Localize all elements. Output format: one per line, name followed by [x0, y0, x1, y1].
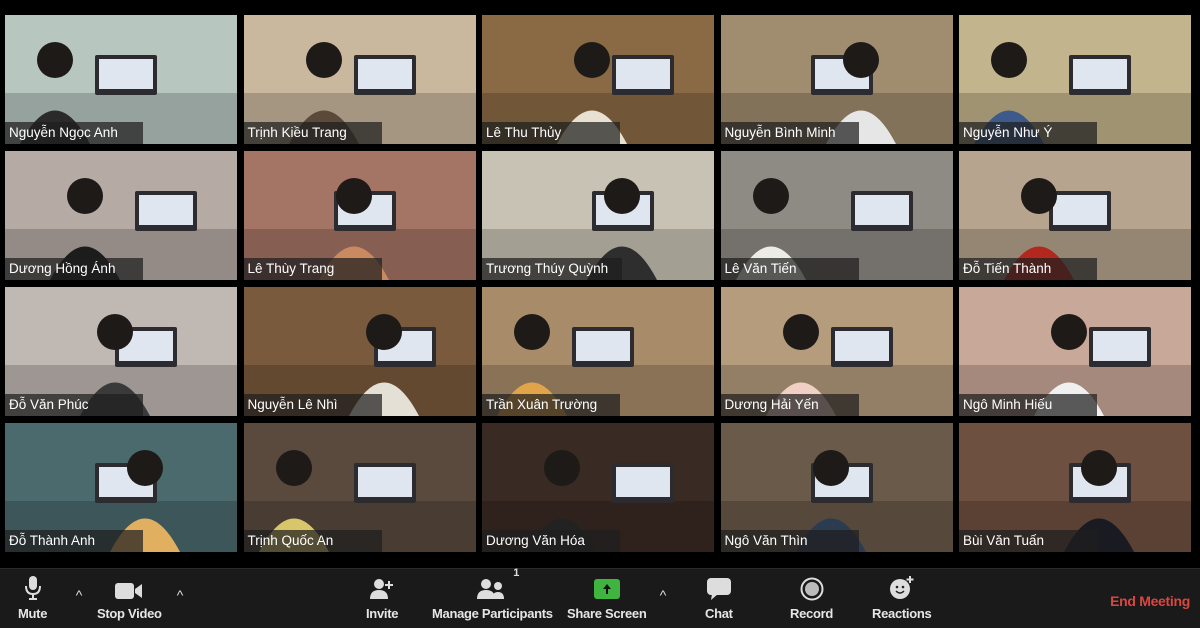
invite-label: Invite: [366, 606, 399, 621]
stop-video-button[interactable]: Stop Video: [97, 573, 162, 621]
add-person-icon: [369, 573, 395, 601]
video-camera-icon: [114, 573, 144, 601]
participant-name-label: Đỗ Tiến Thành: [959, 258, 1097, 280]
participant-name-label: Lê Thu Thủy: [482, 122, 620, 144]
manage-participants-label: Manage Participants: [432, 606, 553, 621]
reactions-button[interactable]: Reactions: [872, 573, 932, 621]
participant-name-label: Dương Văn Hóa: [482, 530, 620, 552]
participant-name-label: Nguyễn Như Ý: [959, 122, 1097, 144]
participant-video-tile[interactable]: Ngô Minh Hiếu: [959, 287, 1191, 416]
participant-video-tile[interactable]: Dương Hải Yến: [720, 287, 953, 416]
video-grid: Nguyễn Ngọc Anh Trịnh Kiều Trang Lê Thu Th…: [5, 15, 1195, 555]
participant-video-tile[interactable]: Dương Văn Hóa: [482, 423, 714, 552]
share-screen-icon: [593, 573, 620, 601]
participant-video-tile[interactable]: Đỗ Văn Phúc: [5, 287, 237, 416]
participant-name-label: Trương Thúy Quỳnh: [482, 258, 623, 280]
participant-video-tile[interactable]: Đỗ Thành Anh: [5, 423, 237, 552]
audio-options-caret-icon[interactable]: ^: [72, 587, 86, 603]
participant-name-label: Ngô Văn Thìn: [720, 530, 859, 552]
participant-video-tile[interactable]: Nguyễn Ngọc Anh: [5, 15, 237, 144]
record-label: Record: [790, 606, 833, 621]
participant-video-tile[interactable]: Trịnh Kiều Trang: [243, 15, 476, 144]
participant-video-tile[interactable]: Trần Xuân Trường: [482, 287, 714, 416]
participant-name-label: Nguyễn Lê Nhì: [243, 394, 382, 416]
manage-participants-button[interactable]: 1 Manage Participants: [432, 567, 553, 621]
video-options-caret-icon[interactable]: ^: [173, 587, 187, 603]
mute-label: Mute: [18, 606, 48, 621]
meeting-toolbar: Mute ^ Stop Video ^ Invite 1 Manage Part…: [0, 567, 1200, 628]
participant-name-label: Ngô Minh Hiếu: [959, 394, 1097, 416]
reactions-label: Reactions: [872, 606, 932, 621]
smiley-plus-icon: [889, 573, 915, 601]
participant-name-label: Nguyễn Bình Minh: [720, 122, 859, 144]
participant-video-tile[interactable]: Đỗ Tiến Thành: [959, 151, 1191, 280]
participant-video-tile[interactable]: Ngô Văn Thìn: [720, 423, 953, 552]
participant-video-tile[interactable]: Lê Thùy Trang: [243, 151, 476, 280]
participant-video-tile[interactable]: Dương Hồng Ánh: [5, 151, 237, 280]
participant-name-label: Dương Hải Yến: [720, 394, 859, 416]
chat-button[interactable]: Chat: [705, 573, 733, 621]
participant-video-tile[interactable]: Nguyễn Bình Minh: [720, 15, 953, 144]
participant-video-tile[interactable]: Lê Thu Thủy: [482, 15, 714, 144]
participants-icon: 1: [477, 567, 519, 601]
invite-button[interactable]: Invite: [366, 573, 398, 621]
end-meeting-button[interactable]: End Meeting: [1110, 593, 1190, 609]
participant-name-label: Lê Văn Tiến: [720, 258, 859, 280]
participant-name-label: Trịnh Kiều Trang: [243, 122, 382, 144]
share-screen-label: Share Screen: [567, 606, 647, 621]
chat-bubble-icon: [706, 573, 732, 601]
record-icon: [800, 573, 824, 601]
mute-button[interactable]: Mute: [18, 573, 47, 621]
share-screen-button[interactable]: Share Screen: [567, 573, 647, 621]
participant-name-label: Dương Hồng Ánh: [5, 258, 143, 280]
participant-video-tile[interactable]: Nguyễn Lê Nhì: [243, 287, 476, 416]
participant-name-label: Nguyễn Ngọc Anh: [5, 122, 143, 144]
participant-name-label: Đỗ Văn Phúc: [5, 394, 143, 416]
participant-video-tile[interactable]: Lê Văn Tiến: [720, 151, 953, 280]
share-options-caret-icon[interactable]: ^: [656, 587, 670, 603]
participant-video-tile[interactable]: Trịnh Quốc An: [243, 423, 476, 552]
participant-video-tile[interactable]: Nguyễn Như Ý: [959, 15, 1191, 144]
microphone-icon: [24, 573, 42, 601]
participant-count-badge: 1: [513, 567, 520, 579]
participant-video-tile[interactable]: Bùi Văn Tuấn: [959, 423, 1191, 552]
participant-name-label: Lê Thùy Trang: [243, 258, 382, 280]
participant-name-label: Trịnh Quốc An: [243, 530, 382, 552]
participant-name-label: Trần Xuân Trường: [482, 394, 620, 416]
stop-video-label: Stop Video: [97, 606, 162, 621]
participant-name-label: Bùi Văn Tuấn: [959, 530, 1097, 552]
participant-name-label: Đỗ Thành Anh: [5, 530, 143, 552]
record-button[interactable]: Record: [790, 573, 833, 621]
chat-label: Chat: [705, 606, 733, 621]
participant-video-tile[interactable]: Trương Thúy Quỳnh: [482, 151, 714, 280]
